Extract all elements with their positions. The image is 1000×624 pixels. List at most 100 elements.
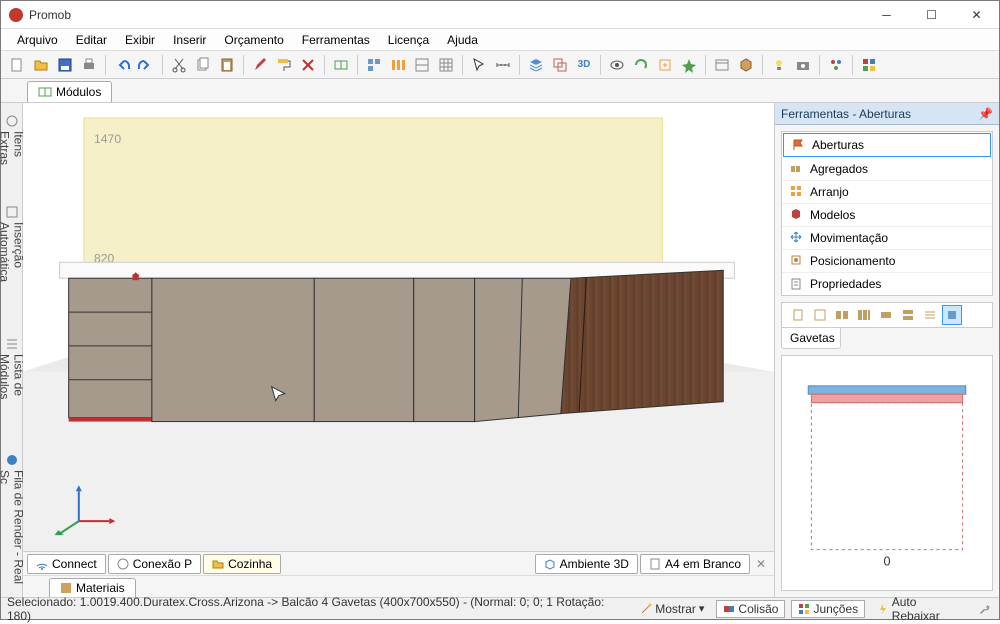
bolt-icon bbox=[877, 603, 889, 615]
align-icon[interactable] bbox=[364, 55, 384, 75]
camera-icon[interactable] bbox=[793, 55, 813, 75]
tool-movimentacao[interactable]: Movimentação bbox=[782, 227, 992, 250]
tab-cozinha[interactable]: Cozinha bbox=[203, 554, 281, 574]
right-panel: Ferramentas - Aberturas 📌 Aberturas Agre… bbox=[774, 103, 999, 597]
close-button[interactable]: ✕ bbox=[954, 1, 999, 28]
app-title: Promob bbox=[29, 8, 864, 22]
box-icon[interactable] bbox=[736, 55, 756, 75]
status-bar: Selecionado: 1.0019.400.Duratex.Cross.Ar… bbox=[1, 597, 999, 619]
status-auto-rebaixar[interactable]: Auto Rebaixar bbox=[871, 594, 971, 624]
tab-modulos[interactable]: Módulos bbox=[27, 81, 112, 102]
insert-icon bbox=[5, 205, 19, 218]
light-icon[interactable] bbox=[769, 55, 789, 75]
titlebar: Promob ─ ☐ ✕ bbox=[1, 1, 999, 29]
mbtn-1[interactable] bbox=[788, 305, 808, 325]
left-sidebar: Itens Extras Inserção Automática Lista d… bbox=[1, 103, 23, 597]
status-colisao[interactable]: Colisão bbox=[716, 600, 785, 618]
pointer-icon[interactable] bbox=[469, 55, 489, 75]
effects-icon[interactable] bbox=[826, 55, 846, 75]
module-icon[interactable] bbox=[331, 55, 351, 75]
mbtn-5[interactable] bbox=[876, 305, 896, 325]
layout-icon[interactable] bbox=[412, 55, 432, 75]
status-mostrar[interactable]: Mostrar ▾ bbox=[634, 601, 710, 617]
delete-icon[interactable] bbox=[298, 55, 318, 75]
modules-icon bbox=[38, 85, 52, 99]
mbtn-4[interactable] bbox=[854, 305, 874, 325]
menu-editar[interactable]: Editar bbox=[68, 31, 115, 49]
tool-propriedades[interactable]: Propriedades bbox=[782, 273, 992, 295]
mbtn-6[interactable] bbox=[898, 305, 918, 325]
3d-viewport[interactable]: 1470 820 bbox=[23, 103, 774, 551]
mbtn-3[interactable] bbox=[832, 305, 852, 325]
tool-arranjo[interactable]: Arranjo bbox=[782, 181, 992, 204]
new-icon[interactable] bbox=[7, 55, 27, 75]
tools-list: Aberturas Agregados Arranjo Modelos Movi… bbox=[781, 131, 993, 296]
render-icon bbox=[5, 453, 19, 466]
close-tab-button[interactable]: ✕ bbox=[752, 555, 770, 573]
nav-icon[interactable] bbox=[679, 55, 699, 75]
maximize-button[interactable]: ☐ bbox=[909, 1, 954, 28]
group-icon[interactable] bbox=[550, 55, 570, 75]
menu-orcamento[interactable]: Orçamento bbox=[216, 31, 291, 49]
visibility-icon[interactable] bbox=[607, 55, 627, 75]
mbtn-7[interactable] bbox=[920, 305, 940, 325]
wrench-icon bbox=[978, 602, 992, 616]
copy-icon[interactable] bbox=[193, 55, 213, 75]
tab-a4-branco[interactable]: A4 em Branco bbox=[640, 554, 750, 574]
paste-icon[interactable] bbox=[217, 55, 237, 75]
fit-icon[interactable] bbox=[655, 55, 675, 75]
palette-icon[interactable] bbox=[859, 55, 879, 75]
status-settings[interactable] bbox=[977, 601, 993, 617]
refresh-icon[interactable] bbox=[631, 55, 651, 75]
tab-connect[interactable]: Connect bbox=[27, 554, 106, 574]
status-juncoes[interactable]: Junções bbox=[791, 600, 865, 618]
mini-toolbar bbox=[781, 302, 993, 328]
tab-modulos-label: Módulos bbox=[56, 85, 101, 99]
tool-aberturas[interactable]: Aberturas bbox=[783, 133, 991, 157]
grid-icon[interactable] bbox=[436, 55, 456, 75]
properties-icon bbox=[790, 277, 804, 291]
tab-conexao-p[interactable]: Conexão P bbox=[108, 554, 201, 574]
list-icon bbox=[5, 337, 19, 350]
layers-icon[interactable] bbox=[526, 55, 546, 75]
tab-ambiente-3d[interactable]: Ambiente 3D bbox=[535, 554, 638, 574]
cut-icon[interactable] bbox=[169, 55, 189, 75]
mbtn-2[interactable] bbox=[810, 305, 830, 325]
view-icon[interactable] bbox=[712, 55, 732, 75]
tab-gavetas[interactable]: Gavetas bbox=[781, 328, 841, 349]
extras-icon bbox=[5, 114, 19, 127]
collision-icon bbox=[723, 603, 735, 615]
tool-modelos[interactable]: Modelos bbox=[782, 204, 992, 227]
toolbar: 3D bbox=[1, 51, 999, 79]
menu-ferramentas[interactable]: Ferramentas bbox=[294, 31, 378, 49]
tool-agregados[interactable]: Agregados bbox=[782, 158, 992, 181]
position-icon bbox=[790, 254, 804, 268]
menu-ajuda[interactable]: Ajuda bbox=[439, 31, 486, 49]
menu-licenca[interactable]: Licença bbox=[380, 31, 437, 49]
right-panel-header: Ferramentas - Aberturas 📌 bbox=[775, 103, 999, 125]
cube-icon bbox=[544, 558, 556, 570]
redo-icon[interactable] bbox=[136, 55, 156, 75]
model-icon bbox=[790, 208, 804, 222]
print-icon[interactable] bbox=[79, 55, 99, 75]
brush-icon[interactable] bbox=[250, 55, 270, 75]
wifi-icon bbox=[36, 558, 48, 570]
save-icon[interactable] bbox=[55, 55, 75, 75]
aggregate-icon bbox=[790, 162, 804, 176]
measure-icon[interactable] bbox=[493, 55, 513, 75]
status-text: Selecionado: 1.0019.400.Duratex.Cross.Ar… bbox=[7, 595, 626, 623]
open-icon[interactable] bbox=[31, 55, 51, 75]
mbtn-8[interactable] bbox=[942, 305, 962, 325]
menu-arquivo[interactable]: Arquivo bbox=[9, 31, 66, 49]
viewport-bottom-tabs: Connect Conexão P Cozinha Ambiente 3D A4… bbox=[23, 551, 774, 575]
distribute-icon[interactable] bbox=[388, 55, 408, 75]
pin-icon[interactable]: 📌 bbox=[978, 107, 993, 121]
menubar: Arquivo Editar Exibir Inserir Orçamento … bbox=[1, 29, 999, 51]
menu-inserir[interactable]: Inserir bbox=[165, 31, 214, 49]
undo-icon[interactable] bbox=[112, 55, 132, 75]
minimize-button[interactable]: ─ bbox=[864, 1, 909, 28]
3d-icon[interactable]: 3D bbox=[574, 55, 594, 75]
tool-posicionamento[interactable]: Posicionamento bbox=[782, 250, 992, 273]
menu-exibir[interactable]: Exibir bbox=[117, 31, 163, 49]
roller-icon[interactable] bbox=[274, 55, 294, 75]
